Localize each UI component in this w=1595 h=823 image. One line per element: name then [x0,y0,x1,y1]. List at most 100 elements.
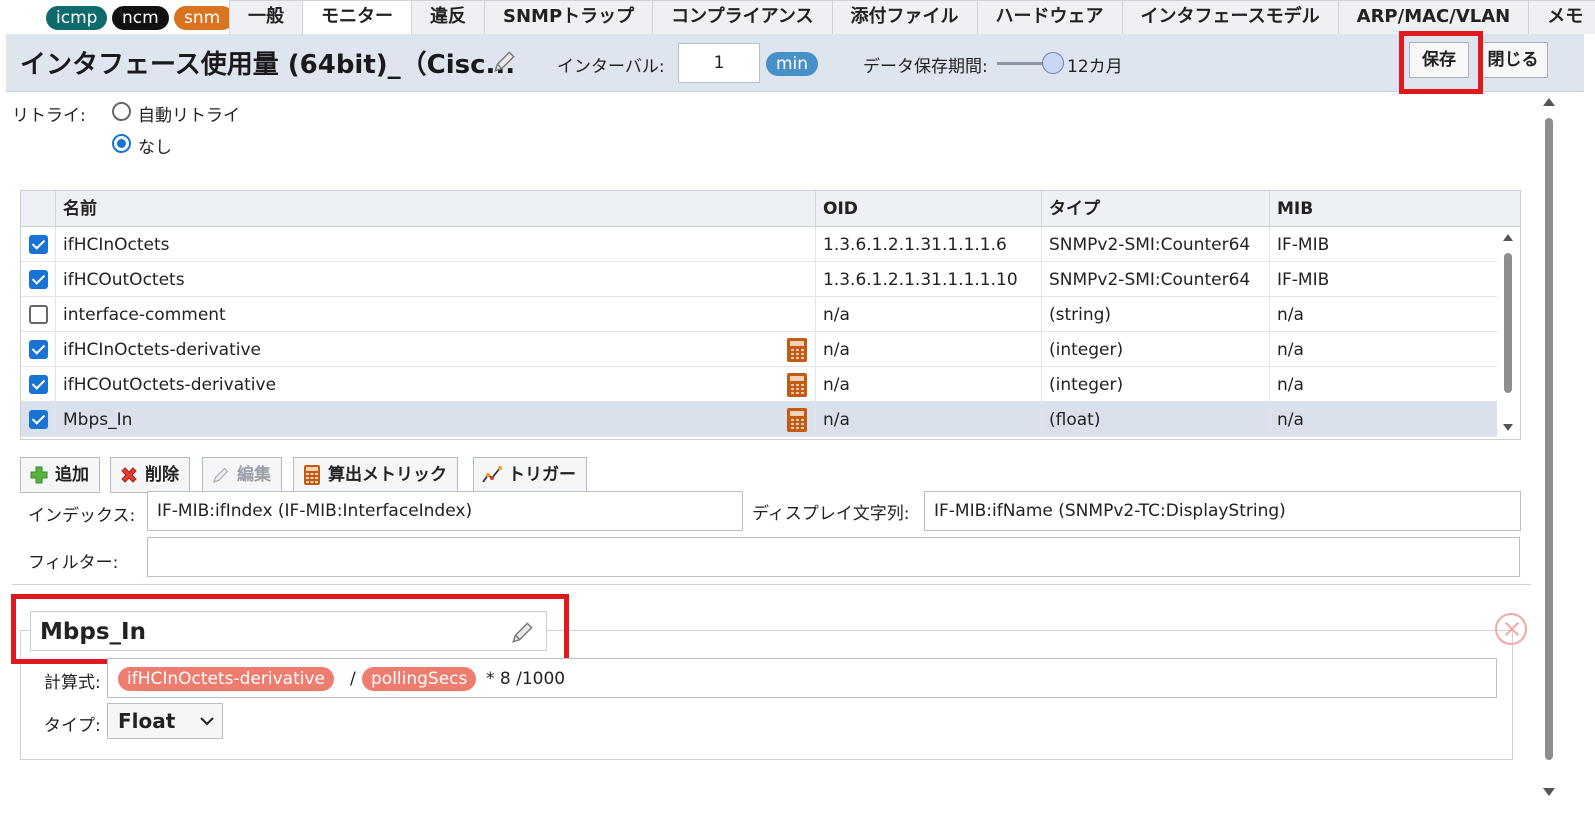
row-type: (float) [1041,402,1269,437]
section-divider [12,584,1531,585]
index-input[interactable]: IF-MIB:ifIndex (IF-MIB:InterfaceIndex) [147,491,743,531]
row-mib: IF-MIB [1269,262,1497,297]
interval-input[interactable]: 1 [678,43,760,83]
table-header: 名前 OID タイプ MIB [21,191,1520,227]
pencil-icon [213,467,229,483]
display-string-label: ディスプレイ文字列: [752,504,910,524]
table-row[interactable]: interface-comment n/a (string) n/a [21,297,1497,332]
col-type[interactable]: タイプ [1041,191,1269,227]
calc-metric-button-label: 算出メトリック [328,465,447,485]
trigger-button[interactable]: トリガー [473,457,587,493]
table-row[interactable]: ifHCInOctets-derivative n/a (integer) n/a [21,332,1497,367]
formula-token-pollingsecs[interactable]: pollingSecs [362,667,477,691]
row-name: ifHCInOctets-derivative [55,332,815,367]
calculator-icon [304,465,320,485]
delete-button[interactable]: 削除 [110,457,190,493]
snmp-badge[interactable]: snm [174,6,234,30]
table-row[interactable]: Mbps_In n/a (float) n/a [21,402,1497,437]
row-type: SNMPv2-SMI:Counter64 [1041,227,1269,262]
ncm-badge[interactable]: ncm [112,6,169,30]
filter-input[interactable] [147,537,1520,577]
top-bar: icmp ncm snm 一般 モニター 違反 SNMPトラップ コンプライアン… [0,0,1595,34]
row-oid: 1.3.6.1.2.1.31.1.1.1.10 [815,262,1041,297]
monitor-header: インタフェース使用量 (64bit)_（Cisc... インターバル: 1 mi… [6,34,1584,92]
retention-slider-knob[interactable] [1042,52,1064,74]
row-type: (string) [1041,297,1269,332]
row-mib: n/a [1269,332,1497,367]
filter-label: フィルター: [28,553,119,573]
row-name: interface-comment [55,297,815,332]
formula-token-ifhcinoctets-derivative[interactable]: ifHCInOctets-derivative [118,667,335,691]
tab-violations[interactable]: 違反 [411,0,485,34]
row-checkbox[interactable] [29,270,48,289]
formula-rest-text: * 8 /1000 [486,669,566,689]
type-label: タイプ: [44,716,101,736]
trigger-button-label: トリガー [508,465,576,485]
tab-memo[interactable]: メモ [1528,0,1595,34]
row-checkbox[interactable] [29,305,48,324]
trigger-chart-icon [482,466,502,483]
tab-monitor[interactable]: モニター [302,0,412,34]
page-title: インタフェース使用量 (64bit)_（Cisc... [20,50,516,80]
row-mib: IF-MIB [1269,227,1497,262]
col-mib[interactable]: MIB [1269,191,1497,227]
table-row[interactable]: ifHCOutOctets 1.3.6.1.2.1.31.1.1.1.10 SNMP… [21,262,1497,297]
formula-operator-divide: / [350,669,356,689]
edit-button-label: 編集 [237,465,271,485]
row-mib: n/a [1269,297,1497,332]
row-oid: 1.3.6.1.2.1.31.1.1.1.6 [815,227,1041,262]
delete-x-icon [121,467,137,483]
retry-none-radio[interactable] [112,134,131,153]
col-oid[interactable]: OID [815,191,1041,227]
retention-value: 12カ月 [1067,57,1123,77]
tab-arp-mac-vlan[interactable]: ARP/MAC/VLAN [1337,0,1530,34]
metric-name-highlight-box [11,594,569,664]
tab-compliance[interactable]: コンプライアンス [652,0,833,34]
row-checkbox[interactable] [29,340,48,359]
row-type: (integer) [1041,332,1269,367]
retry-none-label[interactable]: なし [138,133,172,158]
edit-button[interactable]: 編集 [202,457,282,493]
row-checkbox[interactable] [29,235,48,254]
add-button-label: 追加 [55,465,89,485]
row-type: SNMPv2-SMI:Counter64 [1041,262,1269,297]
table-row[interactable]: ifHCOutOctets-derivative n/a (integer) n/a [21,367,1497,402]
row-checkbox[interactable] [29,375,48,394]
retry-auto-radio[interactable] [112,102,131,121]
retry-label: リトライ: [12,106,86,126]
edit-title-pencil-icon[interactable] [492,48,518,74]
page-scrollbar[interactable] [1541,94,1557,802]
save-highlight-box [1399,31,1483,94]
row-checkbox[interactable] [29,410,48,429]
display-string-input[interactable]: IF-MIB:ifName (SNMPv2-TC:DisplayString) [924,491,1521,531]
tab-general[interactable]: 一般 [229,0,303,34]
calculator-icon [787,338,807,362]
table-row[interactable]: ifHCInOctets 1.3.6.1.2.1.31.1.1.1.6 SNMPv2… [21,227,1497,262]
type-select[interactable]: Float [107,703,223,739]
row-name: ifHCOutOctets-derivative [55,367,815,402]
tab-attachments[interactable]: 添付ファイル [831,0,978,34]
tab-snmp-traps[interactable]: SNMPトラップ [484,0,654,34]
icmp-badge[interactable]: icmp [46,6,108,30]
retry-auto-label[interactable]: 自動リトライ [138,101,240,126]
row-oid: n/a [815,297,1041,332]
calc-metric-button[interactable]: 算出メトリック [293,457,458,493]
row-oid: n/a [815,332,1041,367]
add-button[interactable]: 追加 [20,457,100,493]
calculator-icon [787,408,807,432]
tab-interface-model[interactable]: インタフェースモデル [1121,0,1339,34]
remove-metric-icon[interactable] [1495,613,1527,645]
plus-icon [30,466,48,484]
row-oid: n/a [815,367,1041,402]
row-name: Mbps_In [55,402,815,437]
chevron-down-icon [200,717,214,726]
row-name: ifHCOutOctets [55,262,815,297]
interval-unit-badge[interactable]: min [766,52,819,76]
col-name[interactable]: 名前 [55,191,815,227]
formula-input[interactable]: ifHCInOctets-derivative / pollingSecs * … [107,658,1497,698]
formula-label: 計算式: [44,673,101,693]
close-button[interactable]: 閉じる [1478,42,1548,78]
tab-hardware[interactable]: ハードウェア [976,0,1123,34]
calculator-icon [787,373,807,397]
table-scrollbar[interactable] [1501,231,1515,437]
